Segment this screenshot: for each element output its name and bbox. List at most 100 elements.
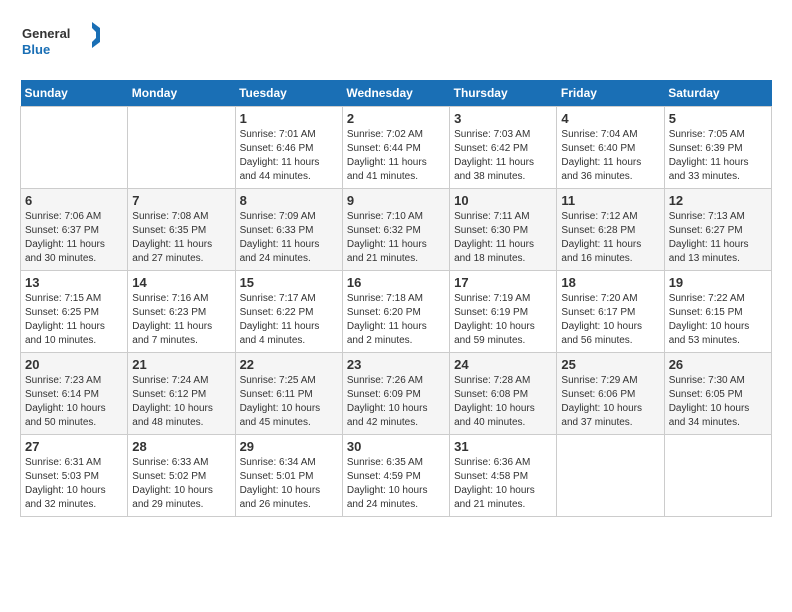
day-info: Sunrise: 6:35 AMSunset: 4:59 PMDaylight:… (347, 456, 445, 512)
weekday-header: Friday (557, 80, 664, 107)
day-number: 30 (347, 439, 445, 454)
calendar-cell: 21 Sunrise: 7:24 AMSunset: 6:12 PMDayligh… (128, 353, 235, 435)
day-number: 28 (132, 439, 230, 454)
calendar-cell: 15 Sunrise: 7:17 AMSunset: 6:22 PMDayligh… (235, 271, 342, 353)
weekday-row: SundayMondayTuesdayWednesdayThursdayFrid… (21, 80, 772, 107)
day-number: 16 (347, 275, 445, 290)
day-number: 5 (669, 111, 767, 126)
day-number: 25 (561, 357, 659, 372)
day-info: Sunrise: 7:05 AMSunset: 6:39 PMDaylight:… (669, 128, 767, 184)
day-number: 19 (669, 275, 767, 290)
day-info: Sunrise: 7:02 AMSunset: 6:44 PMDaylight:… (347, 128, 445, 184)
day-info: Sunrise: 7:09 AMSunset: 6:33 PMDaylight:… (240, 210, 338, 266)
day-number: 2 (347, 111, 445, 126)
day-info: Sunrise: 7:24 AMSunset: 6:12 PMDaylight:… (132, 374, 230, 430)
day-number: 27 (25, 439, 123, 454)
calendar-cell: 28 Sunrise: 6:33 AMSunset: 5:02 PMDayligh… (128, 435, 235, 517)
calendar-cell: 11Sunrise: 7:12 AMSunset: 6:28 PMDayligh… (557, 189, 664, 271)
day-number: 8 (240, 193, 338, 208)
day-info: Sunrise: 6:33 AMSunset: 5:02 PMDaylight:… (132, 456, 230, 512)
logo: General Blue (20, 20, 100, 70)
day-number: 23 (347, 357, 445, 372)
calendar-cell: 24 Sunrise: 7:28 AMSunset: 6:08 PMDayligh… (450, 353, 557, 435)
day-info: Sunrise: 6:31 AMSunset: 5:03 PMDaylight:… (25, 456, 123, 512)
day-number: 26 (669, 357, 767, 372)
calendar-cell: 5 Sunrise: 7:05 AMSunset: 6:39 PMDaylight… (664, 107, 771, 189)
svg-text:General: General (22, 26, 70, 41)
calendar-body: 1Sunrise: 7:01 AMSunset: 6:46 PMDaylight… (21, 107, 772, 517)
weekday-header: Wednesday (342, 80, 449, 107)
day-info: Sunrise: 7:13 AMSunset: 6:27 PMDaylight:… (669, 210, 767, 266)
calendar-cell (21, 107, 128, 189)
calendar-cell: 31 Sunrise: 6:36 AMSunset: 4:58 PMDayligh… (450, 435, 557, 517)
day-number: 3 (454, 111, 552, 126)
day-info: Sunrise: 6:36 AMSunset: 4:58 PMDaylight:… (454, 456, 552, 512)
day-info: Sunrise: 7:18 AMSunset: 6:20 PMDaylight:… (347, 292, 445, 348)
weekday-header: Monday (128, 80, 235, 107)
day-info: Sunrise: 7:15 AMSunset: 6:25 PMDaylight:… (25, 292, 123, 348)
weekday-header: Sunday (21, 80, 128, 107)
day-number: 11 (561, 193, 659, 208)
calendar-table: SundayMondayTuesdayWednesdayThursdayFrid… (20, 80, 772, 517)
calendar-cell: 30 Sunrise: 6:35 AMSunset: 4:59 PMDayligh… (342, 435, 449, 517)
calendar-cell: 29 Sunrise: 6:34 AMSunset: 5:01 PMDayligh… (235, 435, 342, 517)
calendar-cell: 12 Sunrise: 7:13 AMSunset: 6:27 PMDayligh… (664, 189, 771, 271)
calendar-cell (128, 107, 235, 189)
day-info: Sunrise: 7:06 AMSunset: 6:37 PMDaylight:… (25, 210, 123, 266)
calendar-cell (557, 435, 664, 517)
calendar-cell: 13Sunrise: 7:15 AMSunset: 6:25 PMDayligh… (21, 271, 128, 353)
day-number: 18 (561, 275, 659, 290)
day-info: Sunrise: 7:17 AMSunset: 6:22 PMDaylight:… (240, 292, 338, 348)
day-info: Sunrise: 7:11 AMSunset: 6:30 PMDaylight:… (454, 210, 552, 266)
day-info: Sunrise: 7:28 AMSunset: 6:08 PMDaylight:… (454, 374, 552, 430)
day-info: Sunrise: 6:34 AMSunset: 5:01 PMDaylight:… (240, 456, 338, 512)
calendar-cell: 9Sunrise: 7:10 AMSunset: 6:32 PMDaylight… (342, 189, 449, 271)
day-number: 17 (454, 275, 552, 290)
day-number: 31 (454, 439, 552, 454)
day-info: Sunrise: 7:20 AMSunset: 6:17 PMDaylight:… (561, 292, 659, 348)
day-info: Sunrise: 7:03 AMSunset: 6:42 PMDaylight:… (454, 128, 552, 184)
calendar-cell: 25 Sunrise: 7:29 AMSunset: 6:06 PMDayligh… (557, 353, 664, 435)
calendar-cell: 2 Sunrise: 7:02 AMSunset: 6:44 PMDaylight… (342, 107, 449, 189)
calendar-week-row: 20Sunrise: 7:23 AMSunset: 6:14 PMDayligh… (21, 353, 772, 435)
day-info: Sunrise: 7:26 AMSunset: 6:09 PMDaylight:… (347, 374, 445, 430)
calendar-cell: 18 Sunrise: 7:20 AMSunset: 6:17 PMDayligh… (557, 271, 664, 353)
calendar-week-row: 27 Sunrise: 6:31 AMSunset: 5:03 PMDayligh… (21, 435, 772, 517)
day-info: Sunrise: 7:16 AMSunset: 6:23 PMDaylight:… (132, 292, 230, 348)
day-number: 9 (347, 193, 445, 208)
weekday-header: Thursday (450, 80, 557, 107)
logo-svg: General Blue (20, 20, 100, 70)
calendar-cell: 27 Sunrise: 6:31 AMSunset: 5:03 PMDayligh… (21, 435, 128, 517)
calendar-cell: 14Sunrise: 7:16 AMSunset: 6:23 PMDayligh… (128, 271, 235, 353)
calendar-cell: 20Sunrise: 7:23 AMSunset: 6:14 PMDayligh… (21, 353, 128, 435)
calendar-cell: 22 Sunrise: 7:25 AMSunset: 6:11 PMDayligh… (235, 353, 342, 435)
svg-text:Blue: Blue (22, 42, 50, 57)
calendar-week-row: 1Sunrise: 7:01 AMSunset: 6:46 PMDaylight… (21, 107, 772, 189)
calendar-week-row: 6Sunrise: 7:06 AMSunset: 6:37 PMDaylight… (21, 189, 772, 271)
day-number: 15 (240, 275, 338, 290)
day-number: 21 (132, 357, 230, 372)
page-header: General Blue (20, 20, 772, 70)
day-number: 12 (669, 193, 767, 208)
calendar-cell: 17Sunrise: 7:19 AMSunset: 6:19 PMDayligh… (450, 271, 557, 353)
calendar-cell: 1Sunrise: 7:01 AMSunset: 6:46 PMDaylight… (235, 107, 342, 189)
day-number: 1 (240, 111, 338, 126)
weekday-header: Saturday (664, 80, 771, 107)
calendar-cell: 16 Sunrise: 7:18 AMSunset: 6:20 PMDayligh… (342, 271, 449, 353)
calendar-cell: 26 Sunrise: 7:30 AMSunset: 6:05 PMDayligh… (664, 353, 771, 435)
day-info: Sunrise: 7:29 AMSunset: 6:06 PMDaylight:… (561, 374, 659, 430)
weekday-header: Tuesday (235, 80, 342, 107)
day-info: Sunrise: 7:04 AMSunset: 6:40 PMDaylight:… (561, 128, 659, 184)
day-info: Sunrise: 7:25 AMSunset: 6:11 PMDaylight:… (240, 374, 338, 430)
calendar-cell: 7Sunrise: 7:08 AMSunset: 6:35 PMDaylight… (128, 189, 235, 271)
calendar-cell: 3 Sunrise: 7:03 AMSunset: 6:42 PMDaylight… (450, 107, 557, 189)
day-number: 7 (132, 193, 230, 208)
day-number: 29 (240, 439, 338, 454)
day-info: Sunrise: 7:23 AMSunset: 6:14 PMDaylight:… (25, 374, 123, 430)
day-info: Sunrise: 7:30 AMSunset: 6:05 PMDaylight:… (669, 374, 767, 430)
day-number: 24 (454, 357, 552, 372)
calendar-cell: 4Sunrise: 7:04 AMSunset: 6:40 PMDaylight… (557, 107, 664, 189)
calendar-cell: 6Sunrise: 7:06 AMSunset: 6:37 PMDaylight… (21, 189, 128, 271)
day-number: 22 (240, 357, 338, 372)
day-info: Sunrise: 7:22 AMSunset: 6:15 PMDaylight:… (669, 292, 767, 348)
